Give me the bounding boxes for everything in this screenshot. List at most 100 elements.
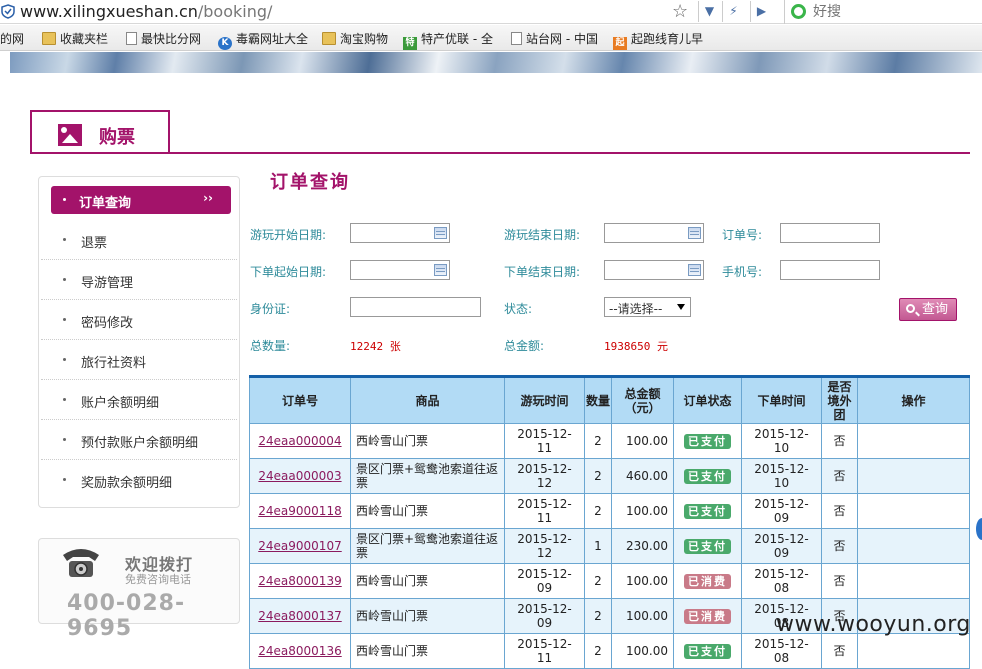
total-amount-value: 1938650 元	[604, 340, 668, 353]
sidebar-item-label: 奖励款余额明细	[81, 476, 173, 491]
tab-divider	[30, 152, 970, 154]
table-header-row: 订单号 商品 游玩时间 数量 总金额（元） 订单状态 下单时间 是否境外团 操作	[249, 376, 970, 424]
bookmark-label: 淘宝购物	[340, 32, 389, 46]
bullet-icon	[63, 398, 66, 401]
bookmark-item[interactable]: 站台网 - 中国	[511, 30, 598, 47]
sidebar-item-password[interactable]: 密码修改	[41, 300, 237, 340]
order-link[interactable]: 24eaa000003	[258, 469, 341, 483]
bullet-icon	[63, 438, 66, 441]
order-link[interactable]: 24eaa000004	[258, 434, 341, 448]
cell-status: 已支付	[673, 458, 742, 494]
order-end-date-input[interactable]	[604, 260, 704, 280]
cell-product: 西岭雪山门票	[350, 493, 505, 529]
cell-order-date: 2015-12-08	[741, 633, 822, 669]
cell-qty: 2	[584, 458, 612, 494]
col-header-order-date: 下单时间	[741, 376, 822, 424]
sidebar-item-label: 退票	[81, 236, 108, 251]
cell-order-no: 24ea8000136	[249, 633, 351, 669]
lightning-icon[interactable]: ⚡	[722, 1, 744, 22]
bookmark-item[interactable]: 的网	[0, 30, 24, 47]
phone-label: 手机号:	[722, 265, 763, 279]
play-icon[interactable]: ▶	[750, 1, 772, 22]
cell-status: 已消费	[673, 598, 742, 634]
sidebar-item-balance-detail[interactable]: 账户余额明细	[41, 380, 237, 420]
cell-play-date: 2015-12-11	[504, 423, 585, 459]
total-count-label: 总数量:	[250, 339, 291, 353]
cell-status: 已支付	[673, 493, 742, 529]
bookmark-item[interactable]: 淘宝购物	[322, 30, 388, 47]
cell-order-date: 2015-12-08	[741, 563, 822, 599]
search-input[interactable]	[813, 2, 973, 21]
order-link[interactable]: 24ea9000107	[258, 539, 341, 553]
sidebar-item-order-query[interactable]: 订单查询 ››	[51, 186, 231, 214]
te-logo-icon: 特	[403, 37, 417, 50]
sidebar-item-guide-management[interactable]: 导游管理	[41, 260, 237, 300]
col-header-status: 订单状态	[673, 376, 742, 424]
bookmark-item[interactable]: 起起跑线育儿早	[613, 30, 703, 50]
calendar-icon[interactable]	[434, 264, 447, 276]
hotline-number: 400-028-9695	[67, 591, 186, 641]
cell-overseas: 否	[821, 563, 858, 599]
cell-product: 西岭雪山门票	[350, 598, 505, 634]
play-end-date-input[interactable]	[604, 223, 704, 243]
bookmark-item[interactable]: K 毒霸网址大全	[218, 30, 308, 50]
cell-status: 已消费	[673, 563, 742, 599]
bookmark-item[interactable]: 最快比分网	[126, 30, 201, 47]
phone-input[interactable]	[780, 260, 880, 280]
col-header-actions: 操作	[857, 376, 970, 424]
bullet-icon	[63, 198, 66, 201]
side-scroll-indicator[interactable]	[976, 518, 982, 540]
search-box[interactable]	[784, 0, 982, 24]
order-link[interactable]: 24ea8000136	[258, 644, 341, 658]
search-engine-icon	[791, 4, 806, 19]
cell-order-no: 24eaa000004	[249, 423, 351, 459]
telephone-icon	[63, 549, 99, 577]
sidebar-item-reward-balance[interactable]: 奖励款余额明细	[41, 460, 237, 500]
status-select[interactable]: --请选择--	[604, 297, 691, 317]
cell-actions	[857, 458, 970, 494]
bullet-icon	[63, 318, 66, 321]
sidebar-item-agency-profile[interactable]: 旅行社资料	[41, 340, 237, 380]
cell-amount: 230.00	[611, 528, 674, 564]
order-no-label: 订单号:	[722, 228, 763, 242]
order-no-input[interactable]	[780, 223, 880, 243]
bookmark-label: 起跑线育儿早	[631, 32, 704, 46]
cell-play-date: 2015-12-09	[504, 563, 585, 599]
table-row: 24ea9000107 景区门票+鸳鸯池索道往返票 2015-12-12 1 230.0…	[249, 528, 970, 564]
query-button[interactable]: 查询	[899, 298, 957, 321]
bookmark-star-icon[interactable]: ☆	[672, 1, 688, 22]
status-badge: 已支付	[684, 538, 731, 554]
sidebar-item-label: 旅行社资料	[81, 356, 147, 371]
cell-product: 西岭雪山门票	[350, 633, 505, 669]
order-link[interactable]: 24ea8000137	[258, 609, 341, 623]
sidebar-item-refund[interactable]: 退票	[41, 220, 237, 260]
bookmark-item[interactable]: 特特产优联 - 全	[403, 30, 493, 50]
bookmark-favorites-folder[interactable]: 收藏夹栏	[42, 30, 108, 47]
order-link[interactable]: 24ea9000118	[258, 504, 341, 518]
cell-qty: 2	[584, 633, 612, 669]
dropdown-chevron-icon[interactable]: ▼	[698, 1, 720, 22]
play-start-date-input[interactable]	[350, 223, 450, 243]
play-end-label: 游玩结束日期:	[504, 228, 581, 242]
folder-icon	[42, 32, 56, 45]
mountain-banner	[10, 52, 982, 73]
k-logo-icon: K	[218, 37, 232, 50]
calendar-icon[interactable]	[434, 227, 447, 239]
table-row: 24ea8000136 西岭雪山门票 2015-12-11 2 100.00 已支付 201…	[249, 633, 970, 669]
order-link[interactable]: 24ea8000139	[258, 574, 341, 588]
url-text[interactable]: www.xilingxueshan.cn/booking/	[20, 2, 272, 21]
sidebar-menu: 订单查询 ›› 退票 导游管理 密码修改 旅行社资料 账户余额明细 预付款账户余…	[38, 176, 240, 508]
hotline-subtitle: 免费咨询电话	[125, 573, 191, 586]
id-card-label: 身份证:	[250, 302, 291, 316]
picture-icon	[58, 124, 82, 146]
bookmark-label: 站台网 - 中国	[526, 32, 598, 46]
tab-tickets[interactable]: 购票	[30, 110, 170, 154]
sidebar-item-prepaid-balance[interactable]: 预付款账户余额明细	[41, 420, 237, 460]
cell-product: 西岭雪山门票	[350, 563, 505, 599]
total-amount-label: 总金额:	[504, 339, 545, 353]
id-card-input[interactable]	[350, 297, 481, 317]
order-start-date-input[interactable]	[350, 260, 450, 280]
page-title: 订单查询	[270, 172, 350, 193]
calendar-icon[interactable]	[688, 264, 701, 276]
calendar-icon[interactable]	[688, 227, 701, 239]
